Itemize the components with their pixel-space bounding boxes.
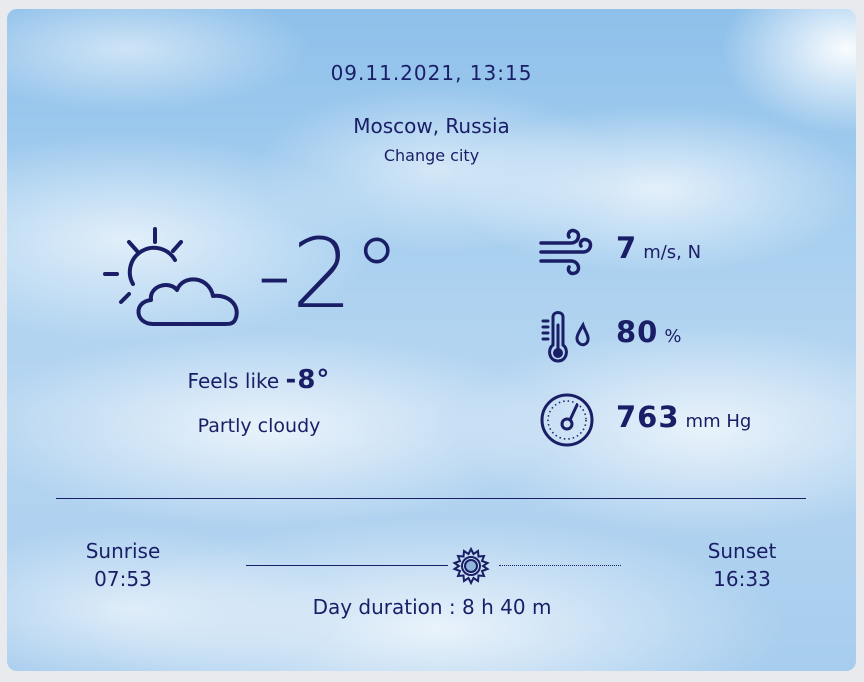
- city-name: Moscow, Russia: [353, 114, 510, 138]
- section-divider: [56, 498, 806, 499]
- sunrise-block: Sunrise 07:53: [63, 537, 183, 593]
- humidity-value: 80: [616, 315, 659, 349]
- pressure-value: 763: [616, 400, 680, 434]
- daylight-elapsed-track: [246, 565, 448, 566]
- partly-cloudy-icon: [103, 227, 239, 326]
- sunset-time: 16:33: [713, 567, 771, 591]
- sunrise-time: 07:53: [94, 567, 152, 591]
- weather-card: 09.11.2021, 13:15 Moscow, Russia Change …: [7, 9, 856, 671]
- humidity-unit: %: [664, 326, 682, 347]
- weather-condition: Partly cloudy: [197, 415, 321, 437]
- pressure-unit: mm Hg: [685, 411, 752, 432]
- daylight-remaining-track: [499, 565, 621, 566]
- feels-like-label: Feels like: [187, 369, 280, 393]
- wind-metric: 7 m/s, N: [616, 231, 701, 265]
- day-duration: Day duration : 8 h 40 m: [312, 595, 552, 619]
- temperature: -2°: [257, 218, 401, 330]
- sunset-label: Sunset: [707, 539, 777, 563]
- change-city-link[interactable]: Change city: [7, 146, 856, 165]
- sunrise-label: Sunrise: [85, 539, 161, 563]
- barometer-icon: [540, 393, 594, 447]
- date-time: 09.11.2021, 13:15: [330, 61, 533, 85]
- wind-unit: m/s, N: [643, 242, 702, 263]
- humidity-metric: 80%: [616, 315, 681, 349]
- feels-like: Feels like -8°: [67, 365, 451, 395]
- pressure-metric: 763 mm Hg: [616, 400, 751, 434]
- sun-icon: [452, 547, 490, 585]
- feels-like-value: -8°: [285, 365, 331, 395]
- sunset-block: Sunset 16:33: [682, 537, 802, 593]
- wind-value: 7: [616, 231, 638, 265]
- humidity-icon: [541, 311, 590, 363]
- wind-icon: [539, 228, 593, 276]
